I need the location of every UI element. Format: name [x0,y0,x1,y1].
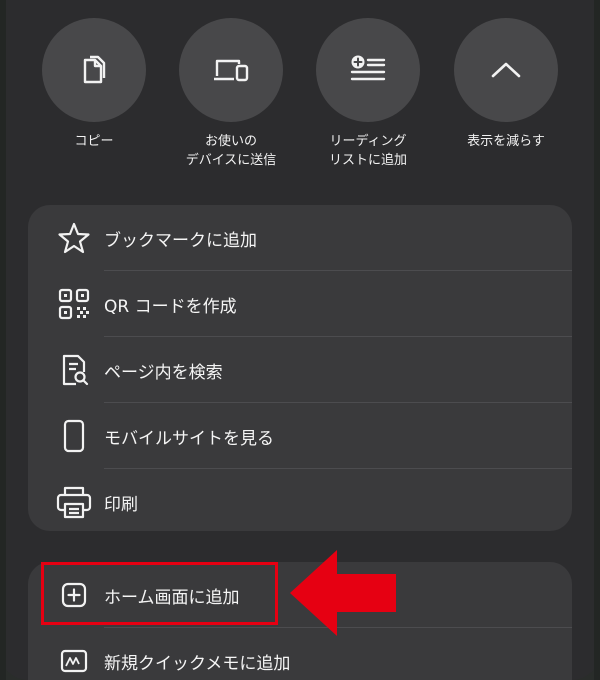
add-to-reading-list-button[interactable]: リーディング リストに追加 [298,18,438,170]
add-to-reading-list-icon [348,52,388,88]
copy-label: コピー [74,134,114,149]
menu-item-find-in-page[interactable]: ページ内を検索 [28,337,572,403]
star-icon [54,218,94,258]
pointer-arrow-icon [286,546,400,644]
menu-item-label: 印刷 [104,494,138,515]
copy-button-circle[interactable] [42,18,146,122]
chevron-up-icon [490,60,522,80]
menu-item-label: ページ内を検索 [104,362,223,383]
send-to-devices-circle[interactable] [179,18,283,122]
add-to-reading-list-label: リーディング リストに追加 [328,134,407,168]
quick-note-icon [54,641,94,680]
menu-item-label: モバイルサイトを見る [104,428,274,449]
menu-item-label: QR コードを作成 [104,296,237,317]
menu-item-create-qr-code[interactable]: QR コードを作成 [28,271,572,337]
highlight-box [41,562,278,625]
show-less-button[interactable]: 表示を減らす [436,18,576,151]
mobile-site-icon [54,416,94,456]
screen-edge-left [0,0,6,680]
send-to-devices-button[interactable]: お使いの デバイスに送信 [161,18,301,170]
add-to-reading-list-circle[interactable] [316,18,420,122]
qr-code-icon [54,284,94,324]
send-to-devices-label: お使いの デバイスに送信 [185,134,277,168]
menu-item-add-bookmark[interactable]: ブックマークに追加 [28,205,572,271]
quick-actions-row: コピー お使いの デバイスに送信 リーディング リストに追加 表示を減らす [0,18,600,178]
screen-edge-right [594,0,600,680]
menu-item-view-mobile-site[interactable]: モバイルサイトを見る [28,403,572,469]
copy-icon [76,52,112,88]
menu-group-main: ブックマークに追加 QR コードを作成 ページ内を検索 モバイルサイトを見る 印… [28,205,572,531]
send-to-devices-icon [211,52,251,88]
copy-button[interactable]: コピー [24,18,164,151]
show-less-label: 表示を減らす [467,134,545,149]
print-icon [54,482,94,522]
share-sheet: コピー お使いの デバイスに送信 リーディング リストに追加 表示を減らす ブッ… [0,0,600,680]
menu-item-label: 新規クイックメモに追加 [104,653,291,674]
show-less-circle[interactable] [454,18,558,122]
find-in-page-icon [54,350,94,390]
menu-item-label: ブックマークに追加 [104,230,257,251]
menu-item-print[interactable]: 印刷 [28,469,572,535]
